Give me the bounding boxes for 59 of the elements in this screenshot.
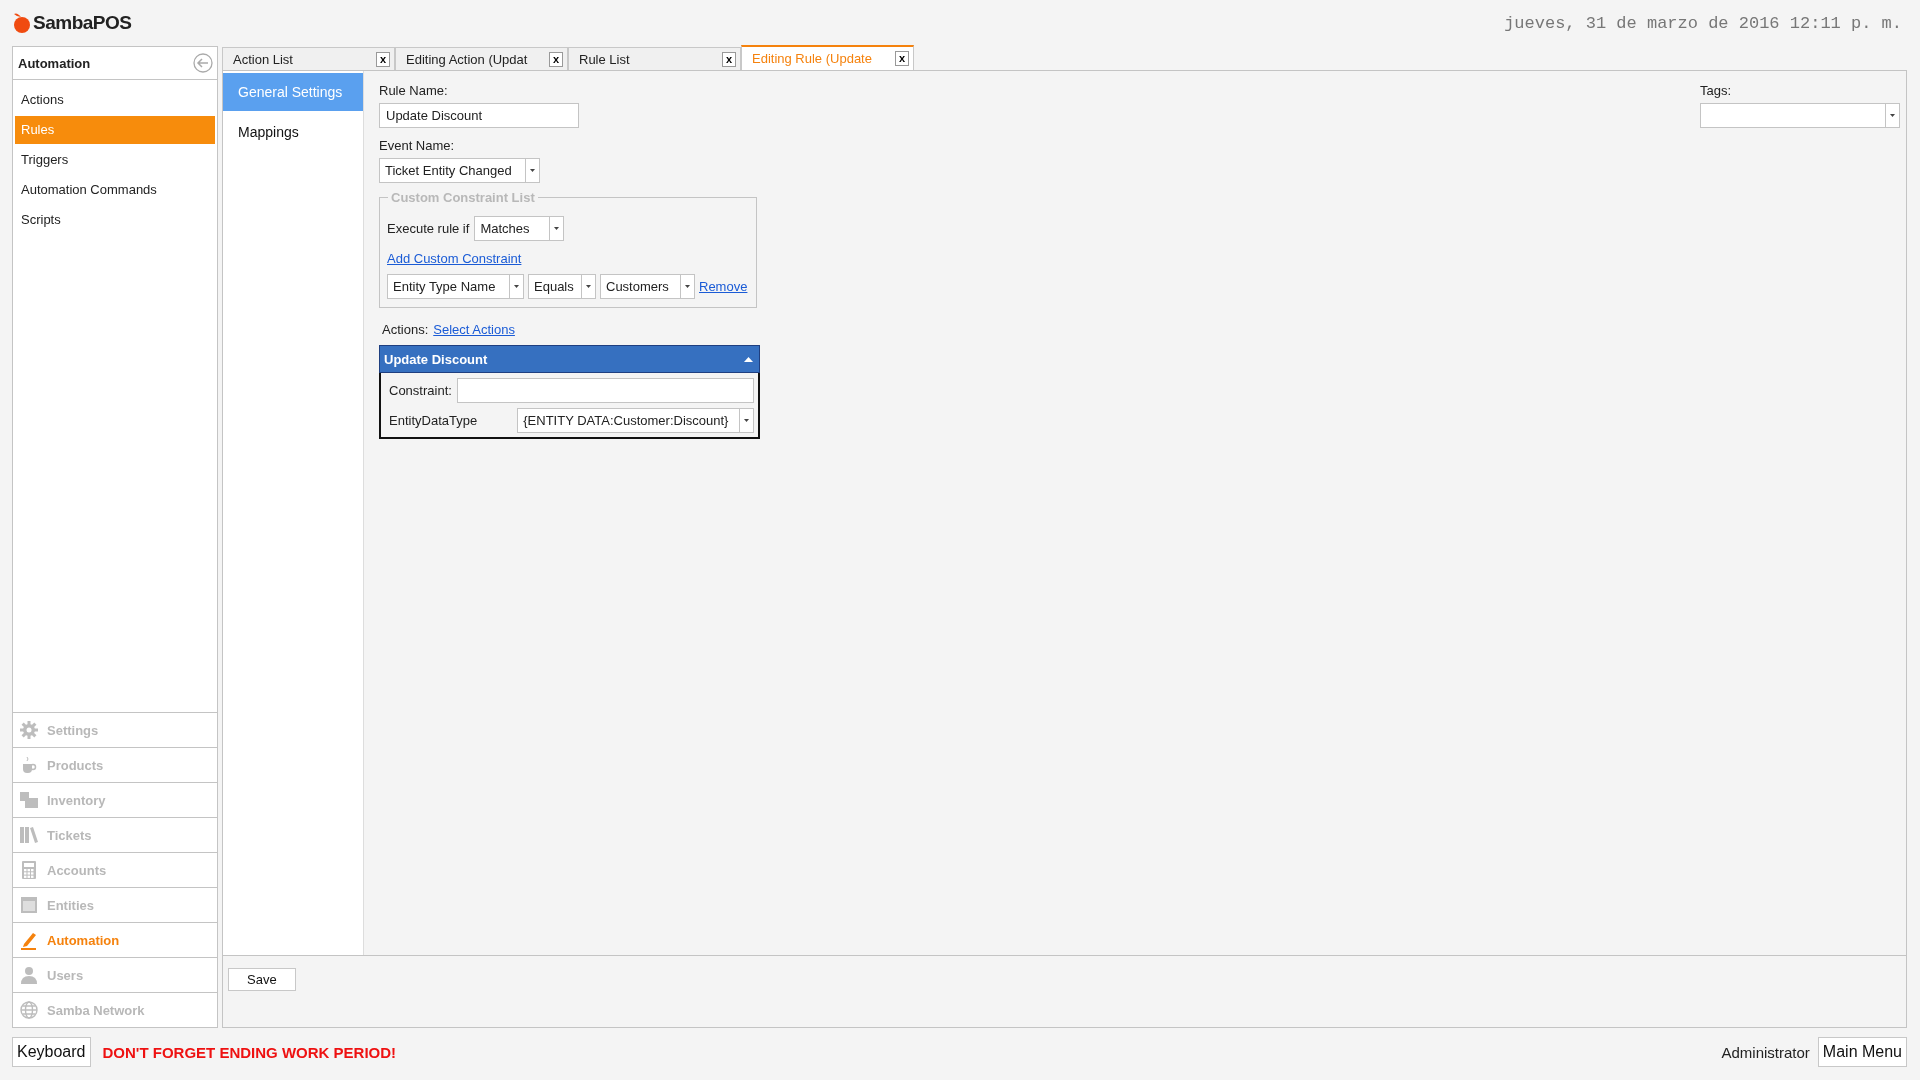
input-field[interactable] xyxy=(456,378,754,403)
tab[interactable]: Rule List x xyxy=(568,47,741,70)
date-time: jueves, 31 de marzo de 2016 12:11 p. m. xyxy=(1504,13,1902,33)
sidebar-item[interactable]: Scripts xyxy=(15,206,215,234)
globe-icon xyxy=(19,1000,39,1020)
caret-icon xyxy=(514,285,519,288)
input-field[interactable]: Update Discount xyxy=(379,103,579,128)
nav-item[interactable]: Mappings xyxy=(223,113,363,151)
warning-message: DON'T FORGET ENDING WORK PERIOD! xyxy=(102,1043,397,1061)
select-actions-link[interactable]: Select Actions xyxy=(433,322,515,337)
field-label: Rule Name: xyxy=(379,83,448,98)
field-dropdown[interactable]: Entity Type Name xyxy=(387,274,524,299)
books-icon xyxy=(19,825,39,845)
field-label: Event Name: xyxy=(379,138,455,153)
value-dropdown[interactable]: Customers xyxy=(600,274,695,299)
match-dropdown[interactable]: Matches xyxy=(474,216,565,241)
tab[interactable]: Editing Action (Updat x xyxy=(395,47,568,70)
caret-icon xyxy=(586,285,591,288)
sidebar-item[interactable]: Actions xyxy=(15,86,215,114)
add-constraint-link[interactable]: Add Custom Constraint xyxy=(387,251,522,266)
gear-icon xyxy=(19,720,39,740)
save-button[interactable]: Save xyxy=(228,968,296,991)
close-button[interactable]: x xyxy=(549,51,563,67)
field-label: EntityDataType xyxy=(389,413,479,428)
boxes-icon xyxy=(19,790,39,810)
keyboard-button[interactable]: Keyboard xyxy=(12,1037,91,1067)
close-button[interactable]: x xyxy=(895,51,909,66)
apple-icon xyxy=(12,12,32,34)
caret-icon xyxy=(554,227,560,230)
main-menu-button[interactable]: Main Menu xyxy=(1817,1037,1907,1067)
sidebar-item[interactable]: Automation Commands xyxy=(15,176,215,204)
operator-dropdown[interactable]: Equals xyxy=(528,274,596,299)
tab[interactable]: Action List x xyxy=(222,47,395,70)
close-button[interactable]: x xyxy=(376,51,390,67)
grid-icon xyxy=(19,895,39,915)
action-header[interactable]: Update Discount xyxy=(379,345,760,373)
value-dropdown[interactable]: {ENTITY DATA:Customer:Discount} xyxy=(517,408,754,433)
remove-link[interactable]: Remove xyxy=(699,279,748,294)
user-name: Administrator xyxy=(1721,1043,1810,1061)
field-label: Constraint: xyxy=(389,383,452,398)
calculator-icon xyxy=(19,860,39,880)
tags-dropdown[interactable] xyxy=(1700,103,1900,128)
field-label: Actions: xyxy=(382,322,429,337)
group-title: Custom Constraint List xyxy=(388,190,538,205)
caret-icon xyxy=(1890,114,1895,117)
logo: SambaPOS xyxy=(12,12,132,34)
pencil-icon xyxy=(19,930,39,950)
person-icon xyxy=(19,965,39,985)
sidebar-title: Automation xyxy=(18,55,91,71)
caret-icon xyxy=(744,419,749,422)
event-dropdown[interactable]: Ticket Entity Changed xyxy=(379,158,540,183)
sidebar-item[interactable]: Triggers xyxy=(15,146,215,174)
tab[interactable]: Editing Rule (Update x xyxy=(741,45,914,70)
caret-icon xyxy=(530,169,535,172)
caret-icon xyxy=(744,356,753,362)
caret-icon xyxy=(685,285,690,288)
close-button[interactable]: x xyxy=(722,51,736,67)
field-label: Tags: xyxy=(1700,83,1732,98)
field-label: Execute rule if xyxy=(387,221,470,236)
